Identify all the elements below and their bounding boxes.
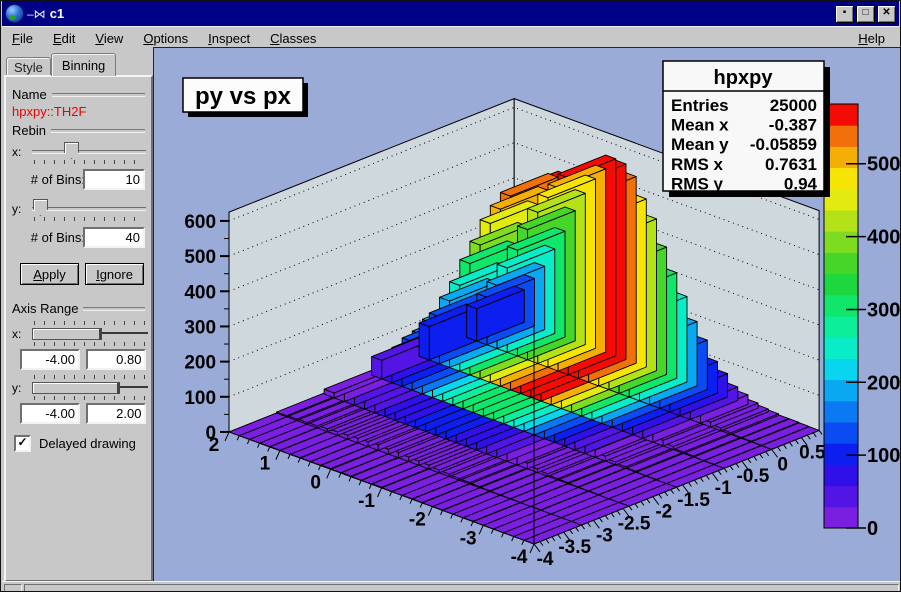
menu-view[interactable]: View <box>85 29 133 48</box>
x-bins-row: # of Bins: <box>6 169 151 190</box>
x-bins-input[interactable] <box>83 169 145 190</box>
svg-text:-1: -1 <box>358 491 375 512</box>
y-range-entries <box>20 403 146 424</box>
menu-file[interactable]: File <box>2 29 43 48</box>
y-min-input[interactable] <box>20 403 80 424</box>
menu-classes[interactable]: Classes <box>260 29 326 48</box>
status-cell-main <box>24 584 899 592</box>
delayed-drawing-checkbox[interactable]: ✓ <box>14 435 31 452</box>
x-min-input[interactable] <box>20 349 80 370</box>
svg-text:200: 200 <box>184 353 216 374</box>
svg-text:25000: 25000 <box>770 96 817 115</box>
close-button[interactable]: ✕ <box>877 5 896 23</box>
status-cell-left <box>4 584 22 592</box>
rebin-x-slider[interactable]: x: <box>10 141 148 167</box>
svg-text:0: 0 <box>777 454 788 475</box>
axis-range-x-bar[interactable] <box>32 328 102 340</box>
status-bar <box>2 581 901 592</box>
svg-text:-0.05859: -0.05859 <box>750 135 817 154</box>
svg-text:RMS y: RMS y <box>671 174 724 193</box>
svg-text:RMS x: RMS x <box>671 155 724 174</box>
name-group-label: Name <box>12 87 145 102</box>
y-max-input[interactable] <box>86 403 146 424</box>
histogram-name-label: hpxpy::TH2F <box>12 104 86 119</box>
menu-edit[interactable]: Edit <box>43 29 85 48</box>
svg-text:-3: -3 <box>596 525 613 546</box>
maximize-button[interactable]: □ <box>856 5 875 23</box>
rebin-y-slider-handle[interactable] <box>33 199 48 216</box>
svg-text:200: 200 <box>867 372 900 394</box>
svg-text:300: 300 <box>867 299 900 321</box>
axis-range-group-label: Axis Range <box>12 301 145 316</box>
y-bins-row: # of Bins: <box>6 227 151 248</box>
axis-range-y-bar[interactable] <box>32 382 120 394</box>
tab-binning[interactable]: Binning <box>51 53 116 76</box>
svg-text:500: 500 <box>184 247 216 268</box>
app-icon <box>5 4 24 23</box>
title-bar[interactable]: –⋈ c1 ▪ □ ✕ <box>2 1 899 26</box>
plot-canvas[interactable]: 0100200300400500600210-1-2-3-4-4-3.5-3-2… <box>153 47 900 582</box>
rebin-x-slider-handle[interactable] <box>64 142 79 159</box>
rebin-y-slider-ticks <box>34 217 144 221</box>
y-bins-input[interactable] <box>83 227 145 248</box>
menu-help[interactable]: Help <box>844 29 899 48</box>
apply-button[interactable]: Apply <box>20 263 79 285</box>
menu-inspect[interactable]: Inspect <box>198 29 260 48</box>
plot-title-box: py vs px <box>183 78 308 117</box>
svg-text:1: 1 <box>260 454 271 475</box>
svg-text:-4: -4 <box>511 547 528 568</box>
svg-text:Mean x: Mean x <box>671 116 729 135</box>
svg-text:hpxpy: hpxpy <box>714 67 774 89</box>
rebin-y-slider[interactable]: y: <box>10 198 148 224</box>
rebin-x-slider-track[interactable] <box>32 150 146 154</box>
svg-text:500: 500 <box>867 154 900 176</box>
x-range-entries <box>20 349 146 370</box>
svg-text:-3.5: -3.5 <box>558 537 591 558</box>
svg-text:-0.5: -0.5 <box>737 466 770 487</box>
svg-text:400: 400 <box>867 227 900 249</box>
svg-text:0.7631: 0.7631 <box>765 155 817 174</box>
x-max-input[interactable] <box>86 349 146 370</box>
tab-style[interactable]: Style <box>6 57 51 76</box>
minimize-button[interactable]: ▪ <box>835 5 854 23</box>
svg-text:-2: -2 <box>409 510 426 531</box>
svg-text:2: 2 <box>209 435 220 456</box>
svg-text:-4: -4 <box>537 549 554 570</box>
svg-text:300: 300 <box>184 317 216 338</box>
axis-range-x-slider[interactable]: x: <box>10 319 150 347</box>
svg-text:-1: -1 <box>715 478 732 499</box>
svg-text:0: 0 <box>310 472 321 493</box>
svg-text:0.94: 0.94 <box>784 174 818 193</box>
rebin-y-slider-track[interactable] <box>32 207 146 211</box>
svg-text:Entries: Entries <box>671 96 729 115</box>
svg-text:-2.5: -2.5 <box>618 514 651 535</box>
ignore-button[interactable]: Ignore <box>85 263 144 285</box>
svg-text:0.5: 0.5 <box>799 443 826 464</box>
svg-text:-2: -2 <box>655 502 672 523</box>
window-title: c1 <box>50 6 64 21</box>
root-canvas-window: –⋈ c1 ▪ □ ✕ File Edit View Options Inspe… <box>0 0 901 592</box>
binning-tab-panel: Name hpxpy::TH2F Rebin x: # of Bins: y: <box>4 75 153 582</box>
svg-text:Mean y: Mean y <box>671 135 729 154</box>
svg-text:600: 600 <box>184 212 216 233</box>
svg-text:100: 100 <box>184 388 216 409</box>
menu-options[interactable]: Options <box>133 29 198 48</box>
svg-text:-1.5: -1.5 <box>677 490 710 511</box>
svg-text:-0.387: -0.387 <box>769 116 817 135</box>
svg-text:100: 100 <box>867 445 900 467</box>
svg-text:-3: -3 <box>460 528 477 549</box>
lego2-plot-svg[interactable]: 0100200300400500600210-1-2-3-4-4-3.5-3-2… <box>153 47 900 582</box>
stats-box: hpxpy Entries 25000 Mean x -0.387 Mean y -0.05… <box>663 61 830 197</box>
editor-panel: Style Binning Name hpxpy::TH2F Rebin x: … <box>2 48 153 581</box>
svg-text:py vs px: py vs px <box>195 83 292 110</box>
title-decoration: –⋈ <box>27 7 46 21</box>
svg-text:400: 400 <box>184 282 216 303</box>
svg-text:0: 0 <box>867 518 878 540</box>
axis-range-y-slider[interactable]: y: <box>10 373 150 401</box>
rebin-x-slider-ticks <box>34 160 144 164</box>
delayed-drawing-label: Delayed drawing <box>39 436 136 451</box>
rebin-group-label: Rebin <box>12 123 145 138</box>
